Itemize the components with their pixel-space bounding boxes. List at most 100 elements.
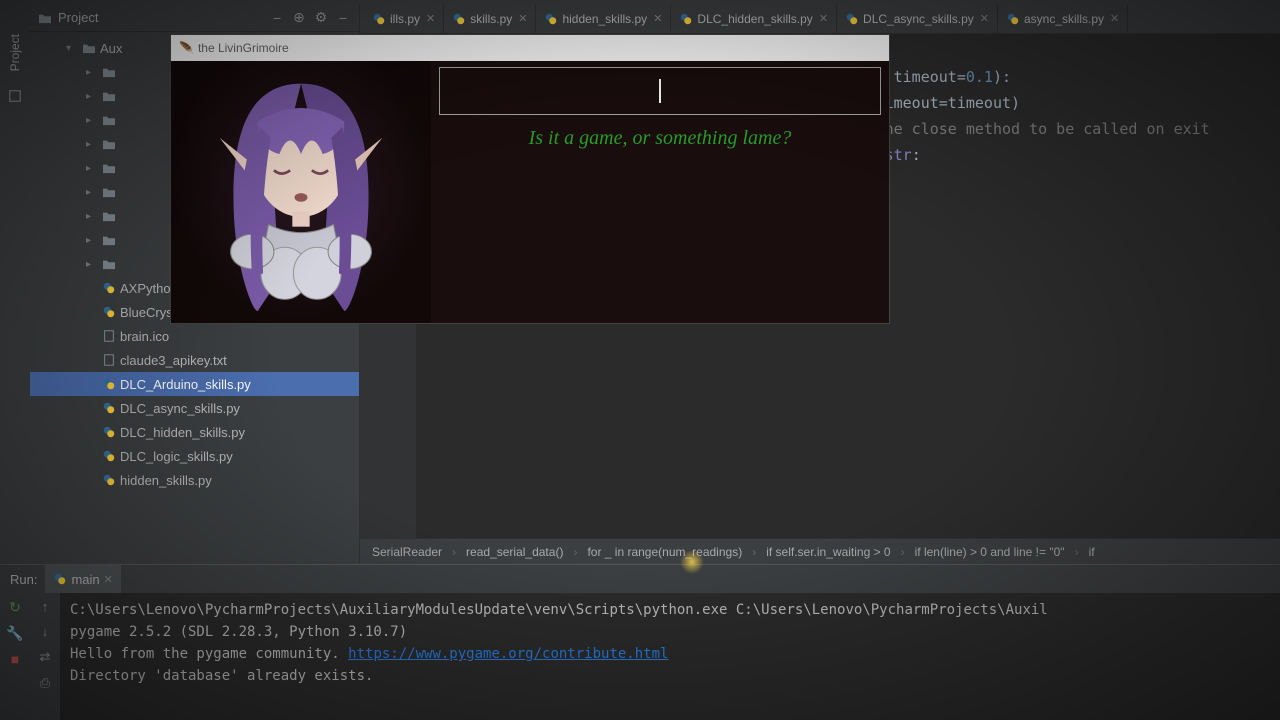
run-panel: Run: main ✕ ↻ 🔧 ■ ↑ ↓ ⇄ ⎙ C:\Users\Lenov… xyxy=(0,564,1280,720)
run-config-tab[interactable]: main ✕ xyxy=(45,565,120,593)
run-body: ↻ 🔧 ■ ↑ ↓ ⇄ ⎙ C:\Users\Lenovo\PycharmPro… xyxy=(0,593,1280,720)
console-line: C:\Users\Lenovo\PycharmProjects\Auxiliar… xyxy=(70,599,1270,621)
close-icon[interactable]: ✕ xyxy=(980,12,989,25)
python-icon xyxy=(102,377,116,391)
chevron-right-icon[interactable] xyxy=(86,91,98,102)
wrench-icon[interactable]: 🔧 xyxy=(7,625,23,641)
print-icon[interactable]: ⎙ xyxy=(40,675,50,691)
python-icon xyxy=(544,12,558,26)
breadcrumb-sep: › xyxy=(573,545,577,559)
chevron-right-icon[interactable] xyxy=(86,139,98,150)
editor-tab[interactable]: async_skills.py ✕ xyxy=(998,4,1128,33)
tab-label: DLC_async_skills.py xyxy=(863,12,974,26)
breadcrumb-item[interactable]: SerialReader xyxy=(372,545,442,559)
project-tool-label[interactable]: Project xyxy=(8,34,22,71)
feather-icon: 🪶 xyxy=(179,41,194,55)
dialog-input[interactable] xyxy=(439,67,881,115)
gear-icon[interactable]: ⚙ xyxy=(313,10,329,26)
chevron-down-icon[interactable] xyxy=(66,43,78,54)
tree-file-label: brain.ico xyxy=(120,329,169,344)
app-titlebar[interactable]: 🪶 the LivinGrimoire xyxy=(171,35,889,61)
dialog-text: Is it a game, or something lame? xyxy=(431,117,889,323)
editor-tab[interactable]: DLC_async_skills.py ✕ xyxy=(837,4,998,33)
breadcrumb-item[interactable]: read_serial_data() xyxy=(466,545,563,559)
folder-icon xyxy=(102,210,116,222)
tree-file-label: DLC_async_skills.py xyxy=(120,401,240,416)
console[interactable]: C:\Users\Lenovo\PycharmProjects\Auxiliar… xyxy=(60,593,1280,720)
folder-icon xyxy=(102,66,116,78)
chevron-right-icon[interactable] xyxy=(86,163,98,174)
tab-label: DLC_hidden_skills.py xyxy=(697,12,812,26)
folder-icon xyxy=(102,90,116,102)
editor-tab[interactable]: ills.py ✕ xyxy=(364,4,444,33)
close-icon[interactable]: ✕ xyxy=(426,12,435,25)
tab-label: async_skills.py xyxy=(1024,12,1104,26)
folder-icon xyxy=(102,114,116,126)
app-title: the LivinGrimoire xyxy=(198,41,289,55)
avatar-pane xyxy=(171,61,431,323)
tree-file[interactable]: hidden_skills.py xyxy=(30,468,359,492)
python-icon xyxy=(1006,12,1020,26)
python-icon xyxy=(102,401,116,415)
up-icon[interactable]: ↑ xyxy=(42,599,49,614)
bookmarks-icon[interactable] xyxy=(8,89,22,103)
python-icon xyxy=(372,12,386,26)
collapse-icon[interactable]: − xyxy=(269,10,285,26)
breadcrumb-item[interactable]: for _ in range(num_readings) xyxy=(587,545,742,559)
close-icon[interactable]: ✕ xyxy=(104,573,113,586)
folder-icon xyxy=(102,186,116,198)
down-icon[interactable]: ↓ xyxy=(42,624,49,639)
python-icon xyxy=(102,473,116,487)
chevron-right-icon[interactable] xyxy=(86,211,98,222)
tree-file[interactable]: DLC_Arduino_skills.py xyxy=(30,372,359,396)
console-line: Hello from the pygame community. https:/… xyxy=(70,643,1270,665)
breadcrumb-item[interactable]: if xyxy=(1089,545,1095,559)
tab-label: skills.py xyxy=(470,12,512,26)
folder-icon xyxy=(102,138,116,150)
close-icon[interactable]: ✕ xyxy=(819,12,828,25)
tree-file[interactable]: DLC_hidden_skills.py xyxy=(30,420,359,444)
avatar-image xyxy=(191,62,411,322)
chevron-right-icon[interactable] xyxy=(86,115,98,126)
console-line: pygame 2.5.2 (SDL 2.28.3, Python 3.10.7) xyxy=(70,621,1270,643)
stop-icon[interactable]: ■ xyxy=(7,651,23,667)
tree-file[interactable]: DLC_async_skills.py xyxy=(30,396,359,420)
tree-file-label: claude3_apikey.txt xyxy=(120,353,227,368)
app-window[interactable]: 🪶 the LivinGrimoire xyxy=(170,34,890,324)
python-icon xyxy=(102,425,116,439)
tree-file[interactable]: claude3_apikey.txt xyxy=(30,348,359,372)
hide-icon[interactable]: − xyxy=(335,10,351,26)
console-link[interactable]: https://www.pygame.org/contribute.html xyxy=(348,646,668,662)
chevron-right-icon[interactable] xyxy=(86,235,98,246)
breadcrumb-item[interactable]: if self.ser.in_waiting > 0 xyxy=(766,545,890,559)
close-icon[interactable]: ✕ xyxy=(653,12,662,25)
python-icon xyxy=(845,12,859,26)
run-header: Run: main ✕ xyxy=(0,565,1280,593)
breadcrumb-sep: › xyxy=(901,545,905,559)
breadcrumb[interactable]: SerialReader › read_serial_data() › for _ in… xyxy=(360,538,1280,564)
project-title: Project xyxy=(58,10,263,25)
rerun-icon[interactable]: ↻ xyxy=(7,599,23,615)
editor-tab[interactable]: hidden_skills.py ✕ xyxy=(536,4,671,33)
wrap-icon[interactable]: ⇄ xyxy=(40,649,51,665)
breadcrumb-item[interactable]: if len(line) > 0 and line != "0" xyxy=(915,545,1065,559)
editor-tab[interactable]: skills.py ✕ xyxy=(444,4,536,33)
breadcrumb-sep: › xyxy=(452,545,456,559)
folder-icon xyxy=(102,162,116,174)
target-icon[interactable]: ⊕ xyxy=(291,10,307,26)
tree-file[interactable]: brain.ico xyxy=(30,324,359,348)
tab-label: hidden_skills.py xyxy=(562,12,647,26)
tree-file[interactable]: DLC_logic_skills.py xyxy=(30,444,359,468)
breadcrumb-sep: › xyxy=(1075,545,1079,559)
close-icon[interactable]: ✕ xyxy=(518,12,527,25)
tree-root-label: Aux xyxy=(100,41,122,56)
close-icon[interactable]: ✕ xyxy=(1110,12,1119,25)
chevron-right-icon[interactable] xyxy=(86,67,98,78)
console-line: Directory 'database' already exists. xyxy=(70,665,1270,687)
chevron-right-icon[interactable] xyxy=(86,259,98,270)
tree-file-label: hidden_skills.py xyxy=(120,473,212,488)
file-icon xyxy=(102,353,116,367)
editor-tab[interactable]: DLC_hidden_skills.py ✕ xyxy=(671,4,837,33)
python-icon xyxy=(452,12,466,26)
chevron-right-icon[interactable] xyxy=(86,187,98,198)
